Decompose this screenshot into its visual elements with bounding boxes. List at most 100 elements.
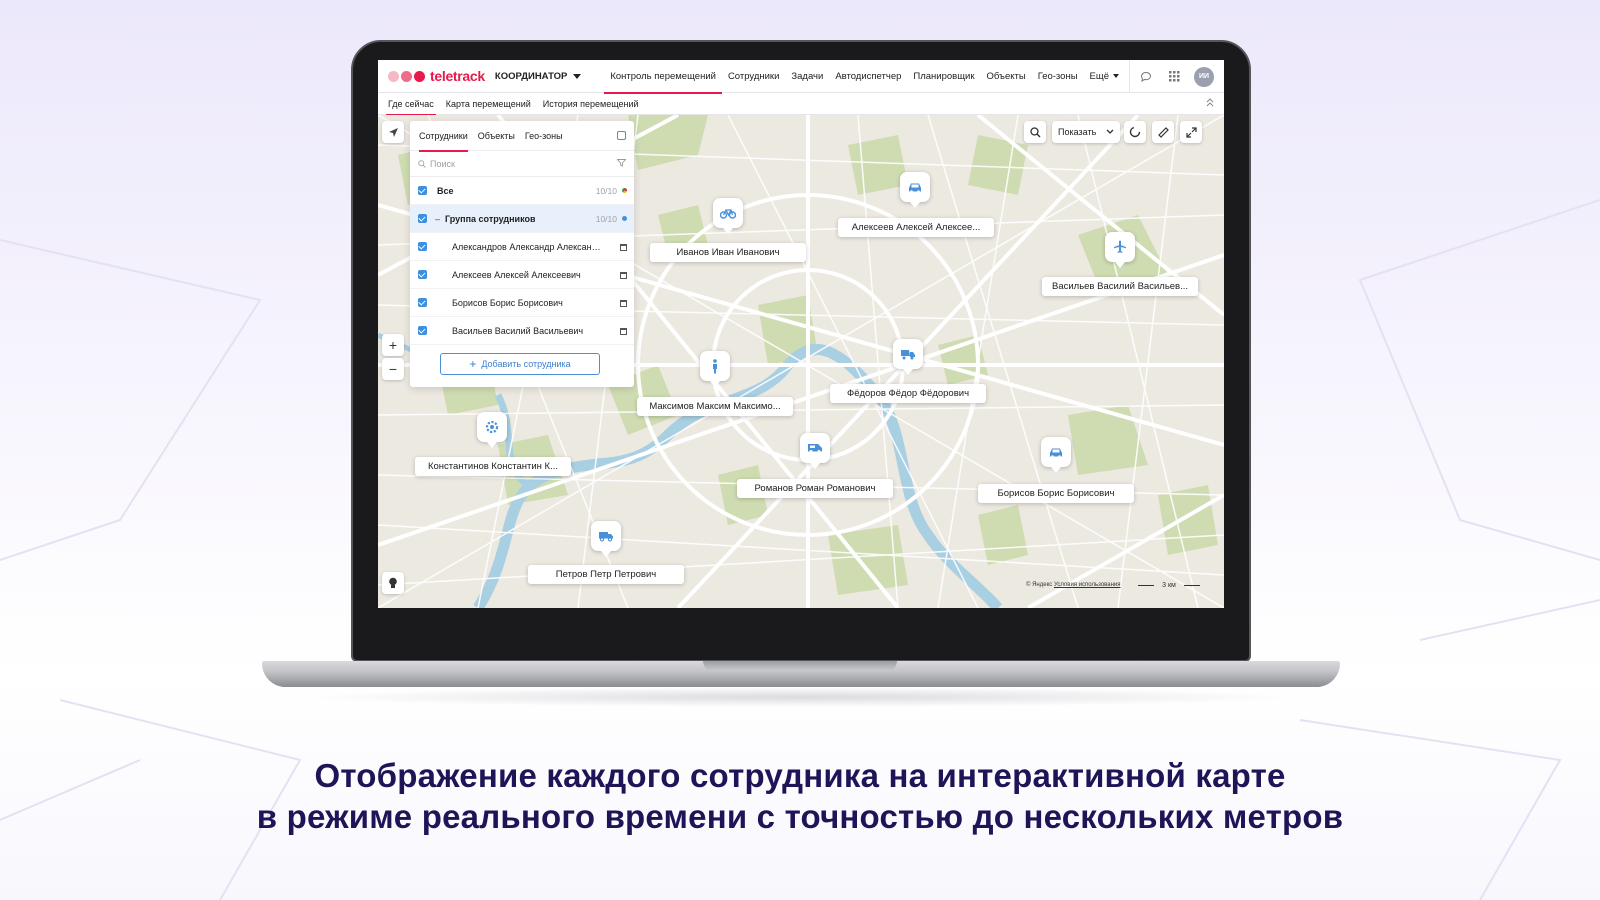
show-dropdown[interactable]: Показать [1052,121,1120,143]
checkbox[interactable] [418,270,427,279]
apps-grid-icon[interactable] [1164,67,1184,87]
search-input[interactable]: Поиск [410,151,634,177]
marker-label[interactable]: Петров Петр Петрович [528,565,684,584]
search-placeholder: Поиск [430,158,455,169]
list-item-employee[interactable]: Борисов Борис Борисович [410,289,634,317]
employee-name: Алексеев Алексей Алексеевич [452,269,581,280]
tab-objects[interactable]: Объекты [473,121,520,151]
map-attribution: © Яндекс Условия использования [1026,582,1121,588]
list-item-label: Все [437,185,454,196]
nav-item-geozones[interactable]: Гео-зоны [1032,60,1084,93]
marker-label[interactable]: Иванов Иван Иванович [650,243,806,262]
airplane-icon [1114,240,1126,253]
marker-label[interactable]: Константинов Константин К... [415,457,571,476]
calendar-icon[interactable] [620,328,627,335]
subtab-where-now[interactable]: Где сейчас [382,93,440,116]
panel-tabs: Сотрудники Объекты Гео-зоны [410,121,634,152]
nav-item-more[interactable]: Ещё [1084,60,1125,93]
filter-icon[interactable] [617,159,626,167]
calendar-icon[interactable] [620,244,627,251]
checkbox[interactable] [418,242,427,251]
marker-label[interactable]: Романов Роман Романович [737,479,893,498]
traffic-layer-button[interactable] [382,572,404,594]
nav-item-employees[interactable]: Сотрудники [722,60,785,93]
calendar-icon[interactable] [620,272,627,279]
role-label: КООРДИНАТОР [494,70,568,82]
panel-layout-icon[interactable] [617,131,626,140]
collapse-minus-icon[interactable]: – [435,214,440,224]
chat-icon[interactable] [1136,67,1156,87]
cement-truck-icon [901,350,915,360]
map-marker[interactable] [893,339,923,375]
lightbulb-icon [389,577,397,588]
employee-name: Васильев Василий Васильевич [452,325,584,336]
checkbox[interactable] [418,214,427,223]
subtab-movement-map[interactable]: Карта перемещений [440,93,537,115]
locate-me-button[interactable] [382,121,404,143]
expand-icon [1185,126,1197,138]
sub-navigation: Где сейчас Карта перемещений История пер… [378,93,1224,116]
checkbox[interactable] [418,186,427,195]
nav-actions: ИИ [1128,60,1214,93]
terms-link[interactable]: Условия использования [1054,582,1121,588]
list-item-group[interactable]: – Группа сотрудников 10/10 [410,205,634,233]
loading-spinner-button[interactable] [1124,121,1146,143]
chevron-down-icon [573,73,582,79]
map-marker[interactable] [900,172,930,208]
status-dot [622,216,627,221]
count-badge: 10/10 [595,185,617,196]
map-search-button[interactable] [1024,121,1046,143]
role-selector[interactable]: КООРДИНАТОР [494,70,582,82]
map-marker[interactable] [1041,437,1071,473]
zoom-out-button[interactable]: − [382,358,404,380]
nav-item-movement-control[interactable]: Контроль перемещений [604,60,722,94]
caption-line-2: в режиме реального времени с точностью д… [256,798,1344,835]
spinner-icon [1129,126,1141,138]
list-item-employee[interactable]: Васильев Василий Васильевич [410,317,634,345]
map-marker[interactable] [1105,232,1135,268]
marker-label[interactable]: Фёдоров Фёдор Фёдорович [830,384,986,403]
avatar[interactable]: ИИ [1194,66,1214,87]
brand-logo[interactable]: teletrack [388,68,485,84]
map-marker[interactable] [713,198,743,234]
subtab-movement-history[interactable]: История перемещений [537,93,645,115]
list-item-employee[interactable]: Алексеев Алексей Алексеевич [410,261,634,289]
map-marker[interactable] [591,521,621,557]
add-employee-button[interactable]: + Добавить сотрудника [440,353,600,375]
list-item-employee[interactable]: Александров Александр Александрович [410,233,634,261]
fullscreen-button[interactable] [1180,121,1202,143]
calendar-icon[interactable] [620,300,627,307]
tab-geozones[interactable]: Гео-зоны [520,121,568,151]
status-dot [622,188,627,193]
nav-item-objects[interactable]: Объекты [981,60,1032,93]
nav-item-planner[interactable]: Планировщик [907,60,980,93]
ruler-icon [1158,127,1169,138]
map-area[interactable]: + − Показать Сотрудники Объекты Гео-зоны [378,115,1224,608]
marker-label[interactable]: Максимов Максим Максимо... [637,397,793,416]
marker-label[interactable]: Борисов Борис Борисович [978,484,1134,503]
employee-name: Александров Александр Александрович [452,241,604,252]
employee-name: Борисов Борис Борисович [452,297,563,308]
plus-icon: + [469,357,477,371]
map-marker[interactable] [477,412,507,448]
walking-person-icon [713,358,717,373]
tab-employees[interactable]: Сотрудники [414,121,473,152]
collapse-up-icon[interactable] [1206,98,1214,109]
chevron-down-icon [1106,129,1114,134]
laptop-shadow [300,687,1300,707]
add-employee-label: Добавить сотрудника [481,359,571,369]
checkbox[interactable] [418,298,427,307]
marker-label[interactable]: Алексеев Алексей Алексее... [838,218,994,237]
nav-item-autodispatcher[interactable]: Автодиспетчер [829,60,907,93]
map-marker[interactable] [700,351,730,387]
zoom-in-button[interactable]: + [382,334,404,356]
car-icon [909,183,921,193]
list-item-all[interactable]: Все 10/10 [410,177,634,205]
nav-item-tasks[interactable]: Задачи [785,60,829,93]
marker-label[interactable]: Васильев Василий Васильев... [1042,277,1198,296]
checkbox[interactable] [418,326,427,335]
map-marker[interactable] [800,433,830,469]
main-menu: Контроль перемещений Сотрудники Задачи А… [604,60,1125,94]
truck-icon [599,532,613,542]
ruler-button[interactable] [1152,121,1174,143]
